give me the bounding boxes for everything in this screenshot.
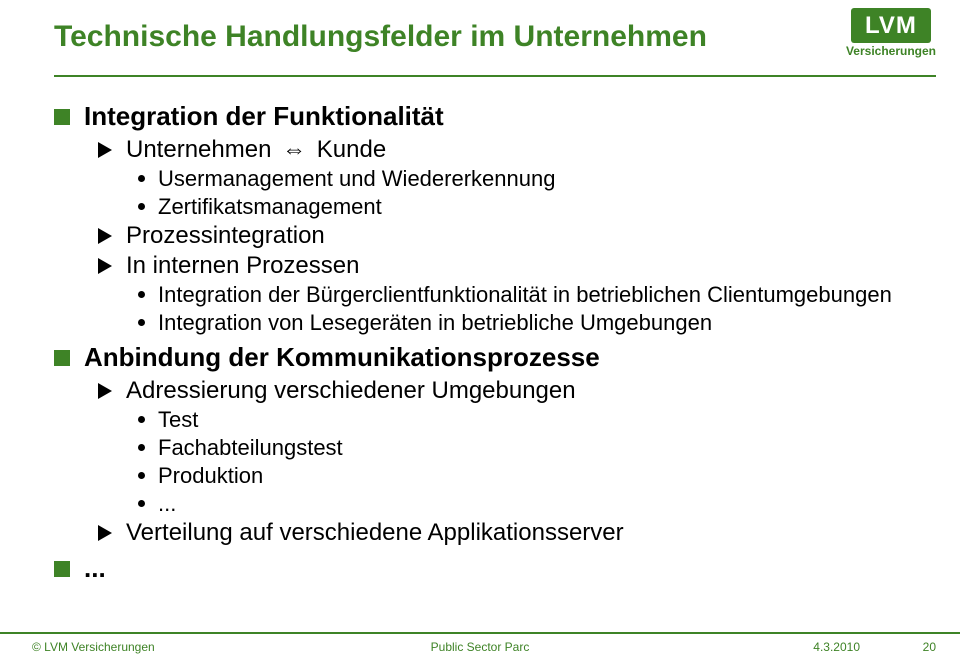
dot-bullet-icon <box>138 472 145 479</box>
bullet-anbindung: Anbindung der Kommunikationsprozesse <box>54 342 920 373</box>
bullet-text: Zertifikatsmanagement <box>158 194 382 219</box>
dot-fachabteilungstest: Fachabteilungstest <box>54 435 920 461</box>
dot-bullet-icon <box>138 416 145 423</box>
dot-test: Test <box>54 407 920 433</box>
slide-title: Technische Handlungsfelder im Unternehme… <box>54 20 707 54</box>
bullet-text: Integration der Funktionalität <box>84 101 444 131</box>
footer-center: Public Sector Parc <box>431 640 530 654</box>
triangle-bullet-icon <box>98 228 112 244</box>
subbullet-adressierung: Adressierung verschiedener Umgebungen <box>54 377 920 405</box>
square-bullet-icon <box>54 561 70 577</box>
triangle-bullet-icon <box>98 525 112 541</box>
dot-lesegeraete: Integration von Lesegeräten in betriebli… <box>54 310 920 336</box>
logo: LVM Versicherungen <box>846 8 936 58</box>
bullet-text: ... <box>158 491 176 516</box>
dot-usermanagement: Usermanagement und Wiedererkennung <box>54 166 920 192</box>
slide: Technische Handlungsfelder im Unternehme… <box>0 0 960 664</box>
bullet-ellipsis: ... <box>54 553 920 584</box>
subbullet-prozessintegration: Prozessintegration <box>54 222 920 250</box>
footer-date: 4.3.2010 <box>813 640 860 654</box>
bullet-text: Produktion <box>158 463 263 488</box>
bullet-integration-funktionalitaet: Integration der Funktionalität <box>54 101 920 132</box>
title-divider <box>54 75 936 77</box>
subbullet-interne-prozesse: In internen Prozessen <box>54 252 920 280</box>
bullet-text: Integration von Lesegeräten in betriebli… <box>158 310 712 335</box>
dot-produktion: Produktion <box>54 463 920 489</box>
triangle-bullet-icon <box>98 142 112 158</box>
bullet-text: Verteilung auf verschiedene Applikations… <box>126 519 624 546</box>
dot-zertifikatsmanagement: Zertifikatsmanagement <box>54 194 920 220</box>
dot-bullet-icon <box>138 203 145 210</box>
subbullet-verteilung: Verteilung auf verschiedene Applikations… <box>54 519 920 547</box>
bullet-text: Prozessintegration <box>126 222 325 249</box>
bullet-text: Integration der Bürgerclientfunktionalit… <box>158 282 892 307</box>
bullet-text: Adressierung verschiedener Umgebungen <box>126 377 576 404</box>
double-arrow-icon: ⇔ <box>282 136 306 163</box>
text-unternehmen: Unternehmen <box>126 136 271 163</box>
bullet-text: Anbindung der Kommunikationsprozesse <box>84 342 600 372</box>
dot-buergerclient: Integration der Bürgerclientfunktionalit… <box>54 282 920 308</box>
bullet-text: In internen Prozessen <box>126 252 359 279</box>
dot-bullet-icon <box>138 175 145 182</box>
dot-bullet-icon <box>138 444 145 451</box>
logo-subtext: Versicherungen <box>846 44 936 58</box>
dot-bullet-icon <box>138 500 145 507</box>
footer-page: 20 <box>923 640 936 654</box>
triangle-bullet-icon <box>98 383 112 399</box>
footer-left: © LVM Versicherungen <box>32 640 155 654</box>
bullet-text: Usermanagement und Wiedererkennung <box>158 166 555 191</box>
subbullet-unternehmen-kunde: Unternehmen ⇔ Kunde <box>54 136 920 164</box>
text-kunde: Kunde <box>317 136 386 163</box>
logo-text: LVM <box>851 8 931 43</box>
dot-bullet-icon <box>138 291 145 298</box>
bullet-text: Fachabteilungstest <box>158 435 343 460</box>
dot-bullet-icon <box>138 319 145 326</box>
content-area: Integration der Funktionalität Unternehm… <box>54 95 920 588</box>
square-bullet-icon <box>54 350 70 366</box>
triangle-bullet-icon <box>98 258 112 274</box>
square-bullet-icon <box>54 109 70 125</box>
bullet-text: ... <box>84 553 106 583</box>
bullet-text: Test <box>158 407 198 432</box>
footer: © LVM Versicherungen Public Sector Parc … <box>0 632 960 664</box>
dot-ellipsis: ... <box>54 491 920 517</box>
